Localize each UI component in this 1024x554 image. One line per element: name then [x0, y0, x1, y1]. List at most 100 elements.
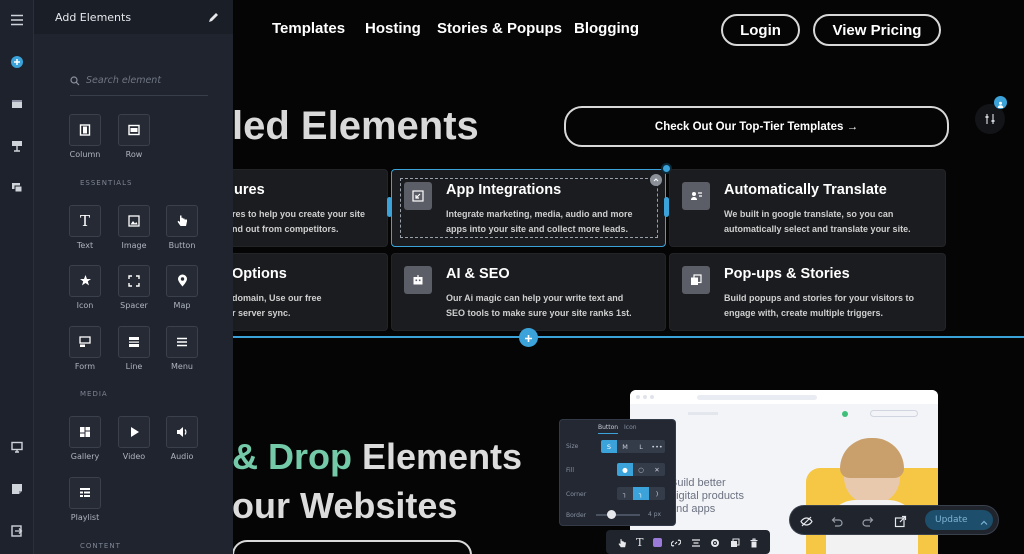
button-style-panel: Button Icon Size S M L ••• Fill ● ○ ✕ Co… [560, 420, 675, 525]
chevron-up-icon[interactable] [980, 511, 988, 530]
tab-icon[interactable]: Icon [624, 424, 637, 431]
trash-icon[interactable] [749, 533, 759, 552]
color-swatch-icon[interactable] [652, 537, 662, 547]
comments-icon[interactable] [0, 174, 34, 202]
user-avatar-badge[interactable] [994, 96, 1007, 109]
hide-icon[interactable] [800, 513, 813, 532]
size-s[interactable]: S [601, 440, 617, 453]
section-essentials: ESSENTIALS [80, 179, 133, 187]
feature-card-app-integrations[interactable]: App Integrations Integrate marketing, me… [391, 169, 666, 247]
border-slider-thumb[interactable] [607, 510, 616, 519]
collapse-icon[interactable] [650, 174, 662, 186]
feature-card-desc: domain, Use our free r server sync. [232, 293, 322, 318]
nav-blogging-link[interactable]: Blogging [574, 20, 639, 37]
nav-stories-popups-link[interactable]: Stories & Popups [437, 20, 562, 37]
spacer-icon [128, 272, 140, 291]
icon-element-tile[interactable] [69, 265, 101, 297]
tab-button[interactable]: Button [598, 424, 619, 434]
audio-label: Audio [170, 452, 194, 461]
feature-card-popups[interactable]: Pop-ups & Stories Build popups and stori… [669, 253, 946, 331]
star-icon [79, 272, 92, 291]
left-rail [0, 0, 34, 554]
spacer-element-tile[interactable] [118, 265, 150, 297]
desktop-preview-icon[interactable] [0, 433, 34, 461]
menu-element-tile[interactable] [166, 326, 198, 358]
bottom-cta-button[interactable] [232, 540, 472, 554]
feature-card-desc: Our Ai magic can help your write text an… [446, 293, 632, 318]
line-element-tile[interactable] [118, 326, 150, 358]
text-element-tile[interactable]: T [69, 205, 101, 237]
fill-solid-icon[interactable]: ● [617, 463, 633, 476]
gallery-icon [79, 423, 91, 442]
play-icon [129, 423, 140, 442]
feature-card-desc: res to help you create your site nd out f… [232, 209, 366, 234]
size-more[interactable]: ••• [649, 440, 665, 453]
menu-label: Menu [171, 362, 193, 371]
notes-icon[interactable] [0, 475, 34, 503]
corner-pill-icon[interactable]: ) [649, 487, 665, 500]
fill-outline-icon[interactable]: ○ [633, 463, 649, 476]
size-selector[interactable]: S M L ••• [601, 440, 665, 453]
view-pricing-button[interactable]: View Pricing [813, 14, 941, 46]
gallery-element-tile[interactable] [69, 416, 101, 448]
image-element-tile[interactable] [118, 205, 150, 237]
button-element-tile[interactable] [166, 205, 198, 237]
redo-icon[interactable] [862, 513, 875, 532]
popups-icon [682, 266, 710, 294]
sections-icon[interactable] [0, 132, 34, 160]
video-element-tile[interactable] [118, 416, 150, 448]
playlist-element-tile[interactable] [69, 477, 101, 509]
feature-card[interactable]: ures res to help you create your site nd … [225, 169, 388, 247]
section-media: MEDIA [80, 390, 108, 398]
undo-icon[interactable] [830, 513, 843, 532]
feature-card-title: ures [234, 182, 265, 198]
fill-selector[interactable]: ● ○ ✕ [617, 463, 665, 476]
text-icon: T [79, 212, 90, 230]
check-templates-button[interactable]: Check Out Our Top-Tier Templates → [564, 106, 949, 147]
pointer-hand-icon[interactable] [617, 533, 627, 552]
playlist-icon [79, 484, 91, 503]
nav-hosting-link[interactable]: Hosting [365, 20, 421, 37]
selection-outline [400, 178, 658, 238]
login-button[interactable]: Login [721, 14, 800, 46]
floating-action-bar: Update [790, 506, 998, 534]
map-element-tile[interactable] [166, 265, 198, 297]
button-label: Button [168, 241, 196, 250]
form-icon [79, 333, 91, 352]
duplicate-icon[interactable] [730, 533, 740, 552]
feature-card-title: Pop-ups & Stories [724, 266, 850, 282]
gear-icon[interactable] [710, 533, 720, 552]
border-slider[interactable] [596, 514, 640, 516]
corner-square-icon[interactable]: ┐ [617, 487, 633, 500]
search-input[interactable] [86, 75, 196, 86]
corner-rounded-icon[interactable]: ╮ [633, 487, 649, 500]
hamburger-menu-icon[interactable] [0, 6, 34, 34]
external-link-icon[interactable] [894, 513, 907, 532]
add-section-button[interactable] [519, 328, 538, 347]
form-element-tile[interactable] [69, 326, 101, 358]
feature-card-translate[interactable]: Automatically Translate We built in goog… [669, 169, 946, 247]
row-label: Row [125, 150, 143, 159]
align-icon[interactable] [691, 533, 701, 552]
column-icon [79, 121, 91, 140]
update-label: Update [935, 515, 968, 525]
pencil-icon[interactable] [208, 12, 219, 23]
feature-card[interactable]: Options domain, Use our free r server syn… [225, 253, 388, 331]
text-icon[interactable]: T [636, 536, 643, 549]
size-l[interactable]: L [633, 440, 649, 453]
exit-icon[interactable] [0, 517, 34, 545]
add-element-icon[interactable] [0, 48, 34, 76]
column-element-tile[interactable] [69, 114, 101, 146]
fill-none-icon[interactable]: ✕ [649, 463, 665, 476]
update-button[interactable]: Update [925, 510, 993, 530]
audio-element-tile[interactable] [166, 416, 198, 448]
size-m[interactable]: M [617, 440, 633, 453]
feature-card-ai-seo[interactable]: AI & SEO Our Ai magic can help your writ… [391, 253, 666, 331]
layers-icon[interactable] [0, 90, 34, 118]
nav-templates-link[interactable]: Templates [272, 20, 345, 37]
row-element-tile[interactable] [118, 114, 150, 146]
resize-handle-left[interactable] [387, 197, 392, 217]
link-icon[interactable] [671, 533, 682, 552]
corner-selector[interactable]: ┐ ╮ ) [617, 487, 665, 500]
feature-card-title: Options [232, 266, 287, 282]
